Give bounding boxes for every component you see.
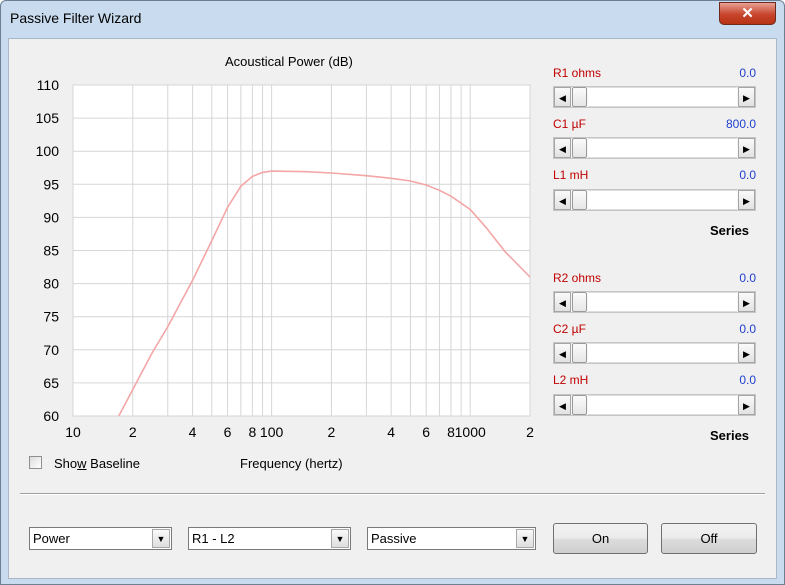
r1-slider-thumb[interactable] bbox=[572, 87, 587, 107]
l1-value: 0.0 bbox=[739, 168, 756, 182]
c2-right-arrow-icon[interactable]: ▶ bbox=[738, 343, 755, 363]
divider bbox=[20, 493, 765, 495]
l1-slider-thumb[interactable] bbox=[572, 190, 587, 210]
c1-slider-thumb[interactable] bbox=[572, 138, 587, 158]
x-tick-label: 8 bbox=[248, 424, 256, 440]
r1-value: 0.0 bbox=[739, 66, 756, 80]
l2-slider-thumb[interactable] bbox=[572, 395, 587, 415]
x-tick-label: 2 bbox=[327, 424, 335, 440]
l2-label: L2 mH bbox=[553, 373, 589, 387]
series-label-2: Series bbox=[710, 428, 750, 443]
chevron-down-icon[interactable]: ▼ bbox=[152, 529, 170, 548]
l2-slider-track[interactable] bbox=[588, 395, 737, 415]
r1-slider-track[interactable] bbox=[588, 87, 737, 107]
component-select[interactable]: R1 - L2 ▼ bbox=[188, 527, 351, 550]
r2-value: 0.0 bbox=[739, 271, 756, 285]
mode-select[interactable]: Power ▼ bbox=[29, 527, 172, 550]
l1-left-arrow-icon[interactable]: ◀ bbox=[554, 190, 571, 210]
y-tick-label: 60 bbox=[43, 408, 59, 424]
y-tick-label: 85 bbox=[43, 243, 59, 259]
chevron-down-icon[interactable]: ▼ bbox=[331, 529, 349, 548]
c1-value: 800.0 bbox=[725, 117, 756, 131]
l1-slider[interactable]: ◀ ▶ bbox=[553, 189, 756, 211]
y-tick-label: 70 bbox=[43, 342, 59, 358]
r2-right-arrow-icon[interactable]: ▶ bbox=[738, 292, 755, 312]
l1-label: L1 mH bbox=[553, 168, 589, 182]
x-tick-label: 6 bbox=[224, 424, 232, 440]
r1-right-arrow-icon[interactable]: ▶ bbox=[738, 87, 755, 107]
l1-slider-track[interactable] bbox=[588, 190, 737, 210]
r2-slider-track[interactable] bbox=[588, 292, 737, 312]
chart-grid bbox=[72, 84, 531, 417]
y-tick-label: 80 bbox=[43, 276, 59, 292]
series-label-1: Series bbox=[710, 223, 750, 238]
show-baseline-checkbox[interactable] bbox=[29, 456, 42, 469]
y-tick-label: 95 bbox=[43, 176, 59, 192]
l2-slider[interactable]: ◀ ▶ bbox=[553, 394, 756, 416]
l2-value: 0.0 bbox=[739, 373, 756, 387]
r1-left-arrow-icon[interactable]: ◀ bbox=[554, 87, 571, 107]
r2-left-arrow-icon[interactable]: ◀ bbox=[554, 292, 571, 312]
y-tick-label: 75 bbox=[43, 309, 59, 325]
x-axis-title: Frequency (hertz) bbox=[240, 456, 343, 471]
c2-slider[interactable]: ◀ ▶ bbox=[553, 342, 756, 364]
x-tick-label: 1000 bbox=[455, 424, 486, 440]
c1-slider-track[interactable] bbox=[588, 138, 737, 158]
filter-type-select-value: Passive bbox=[371, 531, 417, 546]
filter-type-select[interactable]: Passive ▼ bbox=[367, 527, 536, 550]
l1-right-arrow-icon[interactable]: ▶ bbox=[738, 190, 755, 210]
l2-left-arrow-icon[interactable]: ◀ bbox=[554, 395, 571, 415]
show-baseline-label[interactable]: Show Baseline bbox=[54, 456, 140, 471]
r2-slider[interactable]: ◀ ▶ bbox=[553, 291, 756, 313]
component-select-value: R1 - L2 bbox=[192, 531, 235, 546]
c2-value: 0.0 bbox=[739, 322, 756, 336]
c1-right-arrow-icon[interactable]: ▶ bbox=[738, 138, 755, 158]
on-button[interactable]: On bbox=[553, 523, 648, 554]
c1-left-arrow-icon[interactable]: ◀ bbox=[554, 138, 571, 158]
mode-select-value: Power bbox=[33, 531, 70, 546]
y-tick-label: 105 bbox=[36, 110, 60, 126]
x-tick-label: 6 bbox=[422, 424, 430, 440]
x-tick-label: 2 bbox=[129, 424, 137, 440]
y-tick-label: 65 bbox=[43, 375, 59, 391]
x-tick-label: 4 bbox=[387, 424, 395, 440]
x-tick-label: 2 bbox=[526, 424, 534, 440]
x-tick-label: 4 bbox=[189, 424, 197, 440]
x-tick-label: 100 bbox=[260, 424, 284, 440]
x-tick-label: 10 bbox=[65, 424, 81, 440]
r2-label: R2 ohms bbox=[553, 271, 602, 285]
chevron-down-icon[interactable]: ▼ bbox=[516, 529, 534, 548]
c1-label: C1 µF bbox=[553, 117, 586, 131]
off-button[interactable]: Off bbox=[661, 523, 757, 554]
r1-slider[interactable]: ◀ ▶ bbox=[553, 86, 756, 108]
r1-label: R1 ohms bbox=[553, 66, 602, 80]
c1-slider[interactable]: ◀ ▶ bbox=[553, 137, 756, 159]
y-tick-label: 110 bbox=[37, 77, 60, 93]
c2-slider-thumb[interactable] bbox=[572, 343, 587, 363]
l2-right-arrow-icon[interactable]: ▶ bbox=[738, 395, 755, 415]
c2-label: C2 µF bbox=[553, 322, 586, 336]
r2-slider-thumb[interactable] bbox=[572, 292, 587, 312]
y-tick-label: 90 bbox=[43, 209, 59, 225]
c2-left-arrow-icon[interactable]: ◀ bbox=[554, 343, 571, 363]
c2-slider-track[interactable] bbox=[588, 343, 737, 363]
y-tick-label: 100 bbox=[36, 143, 60, 159]
